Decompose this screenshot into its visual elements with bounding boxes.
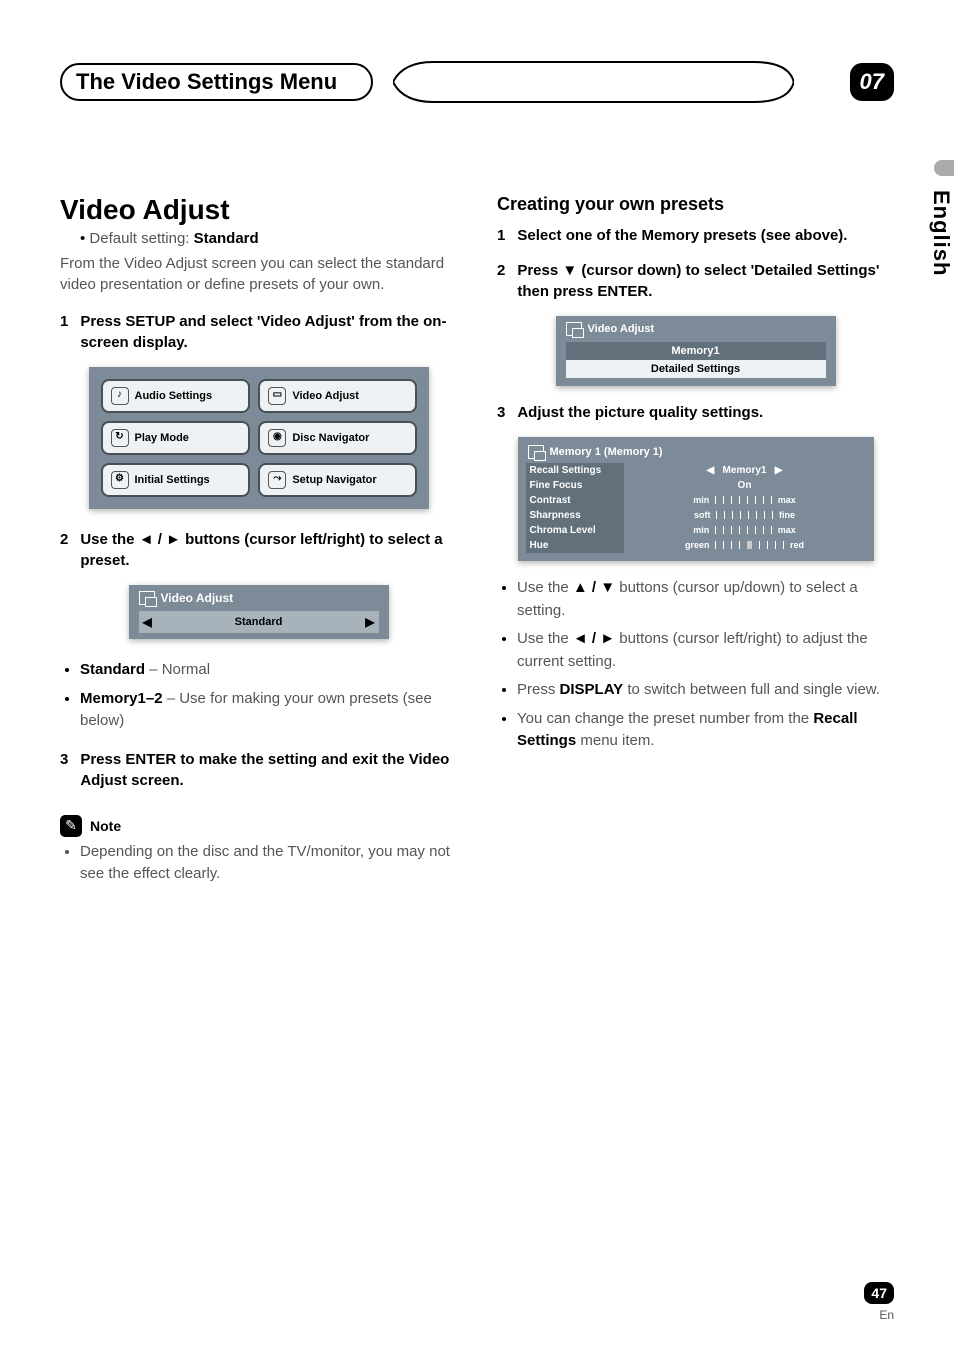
row-sharpness[interactable]: Sharpness (526, 508, 624, 523)
pencil-icon: ✎ (60, 815, 82, 837)
wizard-icon: ⤳ (268, 471, 286, 489)
row-sharpness-slider[interactable]: soft fine (624, 508, 866, 523)
language-side-tab: English (928, 190, 954, 276)
osd-item-audio-settings[interactable]: ♪Audio Settings (101, 379, 251, 413)
speaker-icon: ♪ (111, 387, 129, 405)
row-hue[interactable]: Hue (526, 538, 624, 553)
right-arrow-icon[interactable]: ▶ (365, 615, 374, 629)
left-step-1: 1 Press SETUP and select 'Video Adjust' … (60, 311, 457, 353)
osd-preset-value-row[interactable]: ◀ Standard ▶ (139, 611, 379, 633)
osd-memory-value: Memory1 (566, 342, 826, 360)
right-step-1: 1 Select one of the Memory presets (see … (497, 225, 894, 246)
row-recall[interactable]: Recall Settings (526, 463, 624, 478)
screen-icon (566, 322, 582, 336)
osd-main-menu: ♪Audio Settings ▭Video Adjust ↻Play Mode… (89, 367, 429, 509)
page-header: The Video Settings Menu 07 (60, 60, 894, 104)
preset-list: Standard – Normal Memory1–2 – Use for ma… (80, 659, 457, 733)
osd-item-video-adjust[interactable]: ▭Video Adjust (258, 379, 416, 413)
section-title: The Video Settings Menu (76, 69, 337, 95)
right-step-3: 3 Adjust the picture quality settings. (497, 402, 894, 423)
page-footer: 47 En (864, 1282, 894, 1322)
row-contrast[interactable]: Contrast (526, 493, 624, 508)
right-step-2: 2 Press ▼ (cursor down) to select 'Detai… (497, 260, 894, 302)
left-arrow-icon[interactable]: ◀ (143, 615, 152, 629)
osd-item-disc-navigator[interactable]: ◉Disc Navigator (258, 421, 416, 455)
page-lang: En (864, 1308, 894, 1322)
header-capsule: The Video Settings Menu (60, 63, 373, 101)
video-adjust-heading: Video Adjust (60, 194, 457, 226)
up-down-arrow-icon: ▲ / ▼ (573, 579, 615, 596)
default-setting-line: • Default setting: Standard (80, 230, 457, 247)
side-tab-accent (934, 160, 954, 176)
row-chroma[interactable]: Chroma Level (526, 523, 624, 538)
bullet-display: Press DISPLAY to switch between full and… (517, 679, 894, 702)
bullet-leftright: Use the ◄ / ► buttons (cursor left/right… (517, 628, 894, 673)
osd-item-setup-navigator[interactable]: ⤳Setup Navigator (258, 463, 416, 497)
gear-icon: ⚙ (111, 471, 129, 489)
left-step-2: 2 Use the ◄ / ► buttons (cursor left/rig… (60, 529, 457, 571)
left-right-arrow-icon: ◄ / ► (573, 630, 615, 647)
screen-icon (139, 591, 155, 605)
screen-icon: ▭ (268, 387, 286, 405)
right-arrow-icon[interactable]: ▶ (775, 465, 783, 476)
row-finefocus[interactable]: Fine Focus (526, 478, 624, 493)
bullet-updown: Use the ▲ / ▼ buttons (cursor up/down) t… (517, 577, 894, 622)
screen-icon (528, 445, 544, 459)
row-contrast-slider[interactable]: min max (624, 493, 866, 508)
chapter-badge-wrap: 07 (814, 63, 894, 101)
down-arrow-icon: ▼ (562, 262, 577, 279)
osd-item-initial-settings[interactable]: ⚙Initial Settings (101, 463, 251, 497)
osd-preset-panel: Video Adjust ◀ Standard ▶ (129, 585, 389, 639)
left-right-arrow-icon: ◄ / ► (139, 531, 181, 548)
bullet-recall: You can change the preset number from th… (517, 708, 894, 753)
left-column: Video Adjust • Default setting: Standard… (60, 194, 457, 902)
osd-detailed-panel: Memory 1 (Memory 1) Recall Settings ◀ Me… (518, 437, 874, 561)
header-divider-arc (393, 60, 794, 104)
note-text: Depending on the disc and the TV/monitor… (80, 841, 457, 886)
right-column: Creating your own presets 1 Select one o… (497, 194, 894, 902)
note-header: ✎ Note (60, 815, 457, 837)
osd-memory-panel: Video Adjust Memory1 Detailed Settings (556, 316, 836, 386)
page-number: 47 (864, 1282, 894, 1304)
preset-memory: Memory1–2 – Use for making your own pres… (80, 688, 457, 733)
creating-presets-heading: Creating your own presets (497, 194, 894, 215)
osd-detailed-settings-item[interactable]: Detailed Settings (566, 360, 826, 378)
disc-icon: ◉ (268, 429, 286, 447)
playmode-icon: ↻ (111, 429, 129, 447)
left-arrow-icon[interactable]: ◀ (707, 465, 715, 476)
adjust-bullets: Use the ▲ / ▼ buttons (cursor up/down) t… (517, 577, 894, 753)
left-step-3: 3 Press ENTER to make the setting and ex… (60, 749, 457, 791)
row-hue-slider[interactable]: green red (624, 538, 866, 553)
osd-item-play-mode[interactable]: ↻Play Mode (101, 421, 251, 455)
intro-paragraph: From the Video Adjust screen you can sel… (60, 253, 457, 295)
chapter-badge: 07 (850, 63, 894, 101)
row-finefocus-value[interactable]: On (624, 478, 866, 493)
row-recall-value[interactable]: ◀ Memory1 ▶ (624, 463, 866, 478)
preset-standard: Standard – Normal (80, 659, 457, 682)
row-chroma-slider[interactable]: min max (624, 523, 866, 538)
